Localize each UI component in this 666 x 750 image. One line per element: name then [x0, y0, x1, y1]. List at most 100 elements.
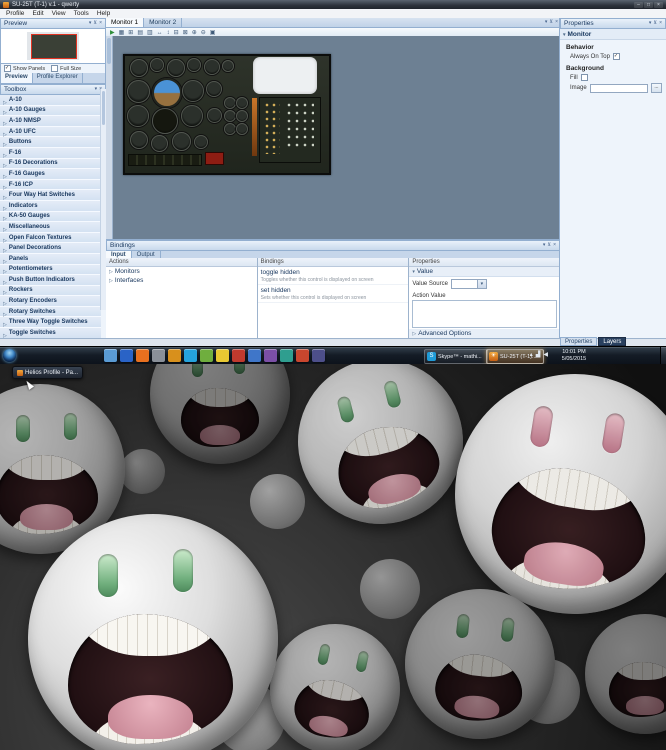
chevron-down-icon[interactable] — [649, 21, 652, 26]
pinned-app-icon[interactable] — [232, 349, 245, 362]
chevron-down-icon[interactable] — [95, 87, 98, 92]
hidden-icons-button[interactable] — [530, 352, 533, 358]
pin-icon[interactable] — [547, 243, 551, 248]
start-button[interactable] — [3, 349, 16, 362]
tab-profile-explorer[interactable]: Profile Explorer — [33, 73, 83, 83]
snap-to-grid-icon[interactable]: ⊞ — [128, 30, 133, 36]
toolbox-category[interactable]: KA-50 Gauges — [0, 211, 101, 223]
pinned-app-icon[interactable] — [248, 349, 261, 362]
toolbox-category[interactable]: Push Button Indicators — [0, 275, 101, 286]
toolbox-category[interactable]: A-10 Gauges — [0, 105, 101, 117]
toolbox-category[interactable]: Indicators — [0, 200, 101, 212]
distribute-horizontal-icon[interactable]: ↔ — [157, 30, 163, 36]
pinned-app-icon[interactable] — [200, 349, 213, 362]
menu-item[interactable]: Edit — [28, 9, 47, 18]
align-left-icon[interactable]: ▤ — [137, 30, 143, 36]
pin-icon[interactable] — [93, 21, 97, 26]
action-value-input[interactable] — [412, 300, 558, 328]
toolbox-category[interactable]: Rockers — [0, 285, 101, 297]
maximize-button[interactable]: □ — [644, 1, 653, 8]
pinned-app-icon[interactable] — [264, 349, 277, 362]
toolbox-category[interactable]: A-10 NMSP — [0, 116, 101, 127]
toolbox-category[interactable]: Three Way Toggle Switches — [0, 317, 101, 329]
toolbox-category[interactable]: Panel Decorations — [0, 243, 101, 254]
toolbox-category[interactable]: F-16 Gauges — [0, 169, 101, 180]
toolbox-category[interactable]: F-16 ICP — [0, 179, 101, 191]
toolbox-category[interactable]: A-10 UFC — [0, 126, 101, 138]
toolbox-category[interactable]: Four Way Hat Switches — [0, 190, 101, 201]
toolbox-category[interactable]: Rotary Encoders — [0, 296, 101, 307]
preview-panel-thumbnail[interactable] — [31, 34, 77, 59]
toolbox-category[interactable]: Panels — [0, 253, 101, 265]
close-button[interactable]: × — [654, 1, 663, 8]
close-icon[interactable] — [99, 21, 102, 26]
align-top-icon[interactable]: ▥ — [147, 30, 153, 36]
show-grid-icon[interactable]: ▦ — [119, 30, 125, 36]
toolbox-category[interactable]: F-16 — [0, 147, 101, 159]
show-desktop-button[interactable] — [660, 347, 666, 365]
pinned-app-icon[interactable] — [280, 349, 293, 362]
toolbox-category[interactable]: F-16 Decorations — [0, 158, 101, 170]
toolbox-category[interactable]: A-10 — [0, 95, 101, 106]
tab-preview[interactable]: Preview — [1, 73, 33, 83]
tab-monitor-2[interactable]: Monitor 2 — [144, 18, 183, 27]
pinned-app-icon[interactable] — [184, 349, 197, 362]
chevron-down-icon[interactable] — [89, 21, 92, 26]
pinned-app-icon[interactable] — [312, 349, 325, 362]
pinned-app-icon[interactable] — [104, 349, 117, 362]
image-path-input[interactable] — [589, 83, 648, 93]
toolbox-category[interactable]: Rotary Switches — [0, 306, 101, 318]
toolbox-category[interactable]: Buttons — [0, 137, 101, 148]
pinned-app-icon[interactable] — [120, 349, 133, 362]
monitor-canvas[interactable] — [106, 36, 560, 240]
binding-item[interactable]: set hidden Sets whether this control is … — [257, 285, 409, 303]
full-size-checkbox[interactable] — [51, 65, 59, 72]
pinned-app-icon[interactable] — [216, 349, 229, 362]
taskbar-clock[interactable]: 10:01 PM 5/05/2015 — [552, 349, 596, 363]
minimize-button[interactable]: – — [634, 1, 643, 8]
pinned-app-icon[interactable] — [296, 349, 309, 362]
preview-viewport[interactable] — [0, 29, 106, 64]
canvas-scrollbar[interactable] — [106, 36, 113, 240]
value-source-select[interactable] — [450, 279, 487, 289]
close-icon[interactable] — [659, 21, 662, 26]
actions-tree-item[interactable]: Interfaces — [106, 276, 257, 285]
pinned-app-icon[interactable] — [168, 349, 181, 362]
tab-layers[interactable]: Layers — [598, 337, 627, 346]
bindings-panel-header[interactable]: Bindings — [106, 240, 560, 251]
helios-window-titlebar[interactable]: Helios Profile - Pa... — [12, 366, 84, 379]
zoom-out-icon[interactable]: ⊖ — [201, 30, 206, 36]
monitor-section[interactable]: Monitor — [560, 29, 666, 40]
pinned-app-icon[interactable] — [152, 349, 165, 362]
always-on-top-checkbox[interactable] — [612, 53, 620, 60]
volume-icon[interactable] — [543, 352, 548, 358]
binding-item[interactable]: toggle hidden Toggles whether this contr… — [257, 267, 409, 285]
send-to-back-icon[interactable]: ⊠ — [183, 30, 188, 36]
advanced-options-section[interactable]: Advanced Options — [409, 329, 561, 338]
window-titlebar[interactable]: SU-25T (T-1) v.1 - qwerty – □ × — [0, 0, 666, 9]
menu-item[interactable]: Profile — [2, 9, 28, 18]
pin-icon[interactable] — [549, 20, 553, 25]
chevron-down-icon[interactable] — [545, 20, 548, 25]
distribute-vertical-icon[interactable]: ↕ — [167, 30, 170, 36]
actions-tree-item[interactable]: Monitors — [106, 267, 257, 276]
cockpit-panel-image[interactable] — [123, 54, 331, 175]
chevron-down-icon[interactable] — [543, 243, 546, 248]
properties-panel-header[interactable]: Properties — [560, 18, 666, 29]
bring-to-front-icon[interactable]: ⊟ — [174, 30, 179, 36]
pin-icon[interactable] — [653, 21, 657, 26]
value-section[interactable]: Value — [409, 267, 561, 277]
browse-button[interactable]: ... — [651, 83, 662, 93]
close-icon[interactable] — [553, 243, 556, 248]
toolbox-panel-header[interactable]: Toolbox — [0, 84, 106, 95]
run-profile-icon[interactable]: ▶ — [110, 30, 115, 36]
toolbox-category[interactable]: Potentiometers — [0, 264, 101, 276]
tab-monitor-1[interactable]: Monitor 1 — [106, 18, 145, 27]
network-icon[interactable] — [536, 352, 541, 358]
pinned-app-icon[interactable] — [136, 349, 149, 362]
tab-properties[interactable]: Properties — [560, 337, 598, 346]
toolbox-category[interactable]: Miscellaneous — [0, 222, 101, 233]
zoom-in-icon[interactable]: ⊕ — [192, 30, 197, 36]
menu-item[interactable]: Help — [93, 9, 114, 18]
preview-panel-header[interactable]: Preview — [0, 18, 106, 29]
